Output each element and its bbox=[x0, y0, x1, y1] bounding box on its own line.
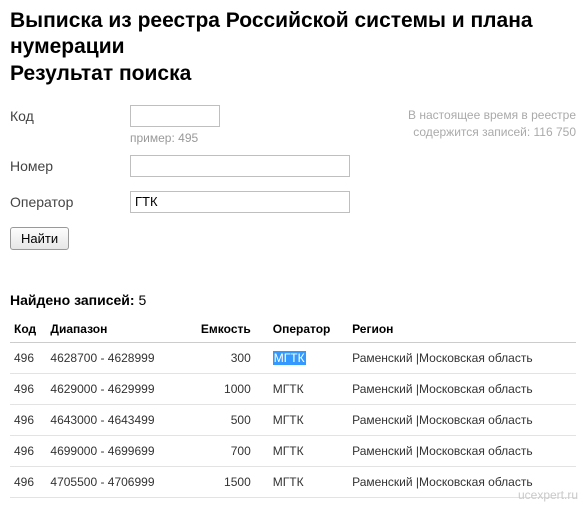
code-hint: пример: 495 bbox=[130, 131, 376, 145]
status-line-2: содержится записей: 116 750 bbox=[413, 125, 576, 139]
cell-capacity: 500 bbox=[182, 404, 269, 435]
operator-input[interactable] bbox=[130, 191, 350, 213]
table-row: 4964628700 - 4628999300МГТКРаменский |Мо… bbox=[10, 342, 576, 373]
number-label: Номер bbox=[10, 158, 130, 174]
cell-range: 4643000 - 4643499 bbox=[46, 404, 182, 435]
results-count: Найдено записей: 5 bbox=[10, 292, 576, 308]
cell-operator: МГТК bbox=[269, 373, 348, 404]
code-input[interactable] bbox=[130, 105, 220, 127]
cell-capacity: 1500 bbox=[182, 466, 269, 497]
search-form: Код пример: 495 Номер Оператор Найти В н… bbox=[10, 105, 576, 250]
cell-capacity: 1000 bbox=[182, 373, 269, 404]
cell-operator: МГТК bbox=[269, 466, 348, 497]
cell-code: 496 bbox=[10, 373, 46, 404]
table-row: 4964705500 - 47069991500МГТКРаменский |М… bbox=[10, 466, 576, 497]
found-label: Найдено записей: bbox=[10, 292, 135, 308]
cell-operator: МГТК bbox=[269, 404, 348, 435]
cell-code: 496 bbox=[10, 466, 46, 497]
cell-range: 4629000 - 4629999 bbox=[46, 373, 182, 404]
search-button[interactable]: Найти bbox=[10, 227, 69, 250]
cell-code: 496 bbox=[10, 342, 46, 373]
title-line-1: Выписка из реестра Российской системы и … bbox=[10, 9, 533, 58]
cell-code: 496 bbox=[10, 435, 46, 466]
number-input[interactable] bbox=[130, 155, 350, 177]
status-line-1: В настоящее время в реестре bbox=[408, 108, 576, 122]
cell-capacity: 700 bbox=[182, 435, 269, 466]
cell-code: 496 bbox=[10, 404, 46, 435]
cell-capacity: 300 bbox=[182, 342, 269, 373]
col-range: Диапазон bbox=[46, 316, 182, 343]
cell-operator: МГТК bbox=[269, 435, 348, 466]
cell-operator: МГТК bbox=[269, 342, 348, 373]
col-operator: Оператор bbox=[269, 316, 348, 343]
table-row: 4964629000 - 46299991000МГТКРаменский |М… bbox=[10, 373, 576, 404]
cell-range: 4699000 - 4699699 bbox=[46, 435, 182, 466]
table-row: 4964643000 - 4643499500МГТКРаменский |Мо… bbox=[10, 404, 576, 435]
cell-region: Раменский |Московская область bbox=[348, 342, 576, 373]
cell-region: Раменский |Московская область bbox=[348, 373, 576, 404]
page-title: Выписка из реестра Российской системы и … bbox=[10, 8, 576, 87]
code-label: Код bbox=[10, 108, 130, 124]
cell-region: Раменский |Московская область bbox=[348, 404, 576, 435]
title-line-2: Результат поиска bbox=[10, 62, 191, 85]
watermark: ucexpert.ru bbox=[518, 488, 578, 502]
operator-label: Оператор bbox=[10, 194, 130, 210]
found-number: 5 bbox=[138, 292, 146, 308]
cell-range: 4628700 - 4628999 bbox=[46, 342, 182, 373]
col-capacity: Емкость bbox=[182, 316, 269, 343]
col-region: Регион bbox=[348, 316, 576, 343]
table-row: 4964699000 - 4699699700МГТКРаменский |Мо… bbox=[10, 435, 576, 466]
cell-region: Раменский |Московская область bbox=[348, 435, 576, 466]
col-code: Код bbox=[10, 316, 46, 343]
cell-range: 4705500 - 4706999 bbox=[46, 466, 182, 497]
results-table: Код Диапазон Емкость Оператор Регион 496… bbox=[10, 316, 576, 498]
registry-status: В настоящее время в реестре содержится з… bbox=[386, 105, 576, 250]
